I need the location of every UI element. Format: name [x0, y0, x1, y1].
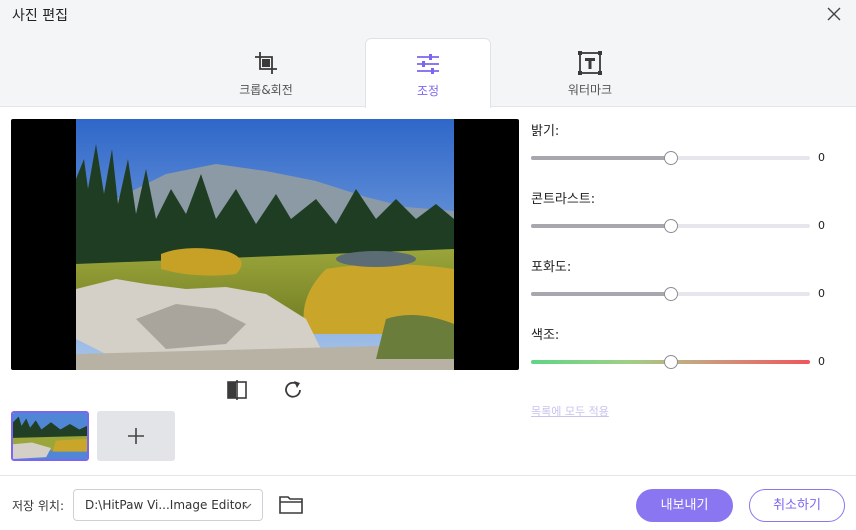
chevron-down-icon [242, 503, 252, 509]
plus-icon [128, 428, 144, 444]
tab-adjust[interactable]: 조정 [365, 38, 491, 108]
tab-crop-rotate[interactable]: 크롭&회전 [203, 38, 329, 108]
rotate-button[interactable] [281, 378, 305, 402]
browse-folder-button[interactable] [278, 493, 304, 515]
thumbnail-photo [13, 413, 87, 459]
cancel-button[interactable]: 취소하기 [749, 489, 845, 522]
tab-adjust-label: 조정 [416, 84, 440, 98]
slider-track[interactable] [531, 287, 810, 301]
slider-fill [531, 292, 671, 296]
slider-track[interactable] [531, 151, 810, 165]
tab-crop-rotate-label: 크롭&회전 [239, 83, 293, 97]
slider-label: 콘트라스트: [531, 192, 596, 207]
watermark-icon [578, 51, 602, 75]
header-bar: 사진 편집 크롭&회전 조정 워터마크 [0, 0, 856, 108]
footer-divider [0, 475, 856, 476]
crop-icon [255, 52, 277, 74]
slider-value: 0 [818, 219, 825, 232]
window-title: 사진 편집 [12, 8, 68, 24]
save-location-label: 저장 위치: [12, 499, 65, 513]
save-path-select[interactable]: D:\HitPaw Vi...Image Editor [73, 489, 263, 521]
close-button[interactable] [826, 6, 842, 22]
apply-all-link[interactable]: 목록에 모두 적용 [531, 403, 609, 419]
slider-handle[interactable] [663, 287, 678, 301]
close-icon [827, 7, 841, 21]
preview-photo [76, 119, 454, 370]
export-button[interactable]: 내보내기 [636, 489, 733, 522]
image-thumbnail[interactable] [11, 411, 89, 461]
flip-button[interactable] [225, 378, 249, 402]
rotate-icon [285, 381, 301, 398]
slider-track[interactable] [531, 355, 810, 369]
slider-track[interactable] [531, 219, 810, 233]
slider-label: 밝기: [531, 124, 560, 139]
save-path-value: D:\HitPaw Vi...Image Editor [85, 498, 247, 512]
slider-handle[interactable] [663, 219, 678, 233]
slider-value: 0 [818, 151, 825, 164]
slider-label: 색조: [531, 328, 560, 343]
slider-fill [531, 156, 671, 160]
folder-icon [279, 496, 303, 514]
sliders-icon [417, 54, 439, 74]
tab-watermark-label: 워터마크 [567, 83, 613, 97]
image-preview [11, 119, 519, 370]
slider-handle[interactable] [663, 151, 678, 165]
slider-fill [531, 224, 671, 228]
tab-watermark[interactable]: 워터마크 [527, 38, 653, 108]
slider-value: 0 [818, 287, 825, 300]
add-image-button[interactable] [97, 411, 175, 461]
flip-icon [227, 380, 247, 400]
slider-value: 0 [818, 355, 825, 368]
slider-handle[interactable] [663, 355, 678, 369]
slider-label: 포화도: [531, 260, 572, 275]
